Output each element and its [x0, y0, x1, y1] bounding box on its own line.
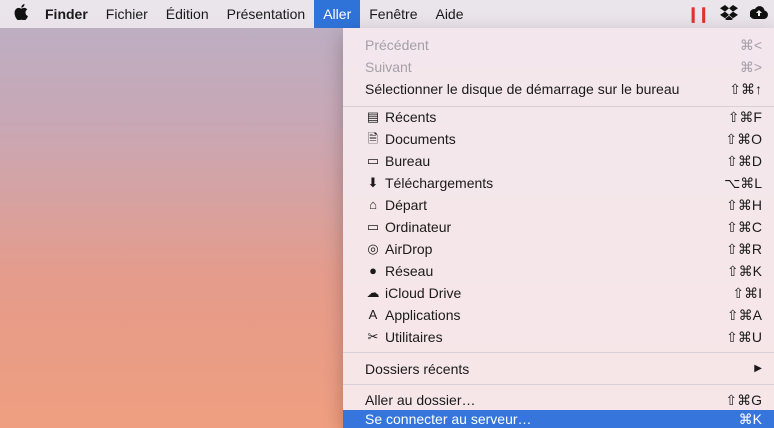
menu-item-airdrop[interactable]: ◎ AirDrop ⇧⌘R: [343, 238, 774, 260]
computer-icon: ▭: [366, 219, 380, 234]
shortcut: ⇧⌘D: [726, 153, 762, 169]
menu-item-applications[interactable]: A Applications ⇧⌘A: [343, 304, 774, 326]
menu-item-label: AirDrop: [385, 241, 433, 257]
airdrop-icon: ◎: [367, 241, 379, 256]
shortcut: ⇧⌘I: [732, 285, 762, 301]
menu-item-label: Départ: [385, 197, 428, 213]
shortcut: ⇧⌘O: [725, 131, 762, 147]
menu-item-desktop[interactable]: ▭ Bureau ⇧⌘D: [343, 150, 774, 172]
menu-item-label: Sélectionner le disque de démarrage sur …: [365, 81, 680, 97]
shortcut: ⇧⌘F: [727, 109, 762, 125]
menu-item-back[interactable]: Précédent ⌘<: [343, 34, 774, 56]
menu-item-label: Dossiers récents: [365, 361, 470, 377]
menu-item-network[interactable]: ● Réseau ⇧⌘K: [343, 260, 774, 282]
shortcut: ⇧⌘K: [726, 263, 762, 279]
desktop-icon: ▭: [366, 153, 380, 168]
cloud-upload-icon[interactable]: [749, 5, 768, 23]
menu-item-startup-disk[interactable]: Sélectionner le disque de démarrage sur …: [343, 78, 774, 100]
shortcut: ⇧⌘G: [725, 392, 762, 408]
menu-edition[interactable]: Édition: [157, 0, 218, 28]
menu-fichier[interactable]: Fichier: [97, 0, 157, 28]
dropbox-icon[interactable]: [720, 4, 738, 24]
shortcut: ⇧⌘A: [726, 307, 762, 323]
menu-item-home[interactable]: ⌂ Départ ⇧⌘H: [343, 194, 774, 216]
menu-item-label: Précédent: [365, 37, 429, 53]
separator: [343, 352, 774, 353]
menu-aller[interactable]: Aller: [314, 0, 361, 28]
menu-item-go-to-folder[interactable]: Aller au dossier… ⇧⌘G: [343, 389, 774, 411]
home-icon: ⌂: [369, 197, 377, 212]
menu-item-label: Téléchargements: [385, 175, 494, 191]
shortcut: ⇧⌘U: [726, 329, 762, 345]
shortcut: ⌘K: [738, 411, 762, 427]
menu-item-forward[interactable]: Suivant ⌘>: [343, 56, 774, 78]
submenu-arrow-icon: ▶: [754, 363, 762, 374]
network-icon: ●: [369, 263, 377, 278]
separator: [343, 384, 774, 385]
documents-icon: 🗎: [367, 131, 379, 146]
menu-finder[interactable]: Finder: [36, 0, 97, 28]
utilities-icon: ✂: [367, 329, 379, 344]
applications-icon: A: [368, 307, 378, 322]
menu-item-label: Récents: [385, 109, 437, 125]
menu-aide[interactable]: Aide: [426, 0, 472, 28]
shortcut: ⌘<: [739, 37, 762, 53]
menu-item-label: iCloud Drive: [385, 285, 462, 301]
menu-item-utilities[interactable]: ✂ Utilitaires ⇧⌘U: [343, 326, 774, 348]
menu-bar: Finder Fichier Édition Présentation Alle…: [0, 0, 774, 28]
icloud-icon: ☁: [366, 285, 380, 300]
menu-item-label: Utilitaires: [385, 329, 443, 345]
menu-item-label: Documents: [385, 131, 456, 147]
menu-item-computer[interactable]: ▭ Ordinateur ⇧⌘C: [343, 216, 774, 238]
menu-item-label: Aller au dossier…: [365, 392, 476, 408]
status-area: ❙❙: [681, 0, 774, 28]
shortcut: ⇧⌘C: [726, 219, 762, 235]
recents-icon: ▤: [366, 109, 380, 124]
apple-icon[interactable]: [6, 3, 36, 25]
menu-item-label: Réseau: [385, 263, 434, 279]
menu-fenetre[interactable]: Fenêtre: [360, 0, 426, 28]
shortcut: ⌘>: [739, 59, 762, 75]
shortcut: ⇧⌘H: [726, 197, 762, 213]
menu-presentation[interactable]: Présentation: [218, 0, 315, 28]
menu-item-recents[interactable]: ▤ Récents ⇧⌘F: [343, 106, 774, 128]
menu-item-label: Suivant: [365, 59, 412, 75]
pause-icon[interactable]: ❙❙: [687, 5, 710, 23]
menu-item-documents[interactable]: 🗎 Documents ⇧⌘O: [343, 128, 774, 150]
shortcut: ⌥⌘L: [724, 175, 762, 191]
menu-item-connect-to-server[interactable]: Se connecter au serveur… ⌘K: [343, 410, 774, 428]
menu-item-label: Bureau: [385, 153, 431, 169]
go-menu-dropdown: Précédent ⌘< Suivant ⌘> Sélectionner le …: [343, 28, 774, 428]
menu-item-label: Ordinateur: [385, 219, 452, 235]
menu-item-downloads[interactable]: ⬇ Téléchargements ⌥⌘L: [343, 172, 774, 194]
shortcut: ⇧⌘↑: [729, 81, 762, 97]
menu-item-label: Applications: [385, 307, 461, 323]
menu-item-recent-folders[interactable]: Dossiers récents ▶: [343, 358, 774, 380]
menu-item-icloud-drive[interactable]: ☁ iCloud Drive ⇧⌘I: [343, 282, 774, 304]
shortcut: ⇧⌘R: [726, 241, 762, 257]
menu-item-label: Se connecter au serveur…: [365, 411, 532, 427]
downloads-icon: ⬇: [367, 175, 379, 190]
